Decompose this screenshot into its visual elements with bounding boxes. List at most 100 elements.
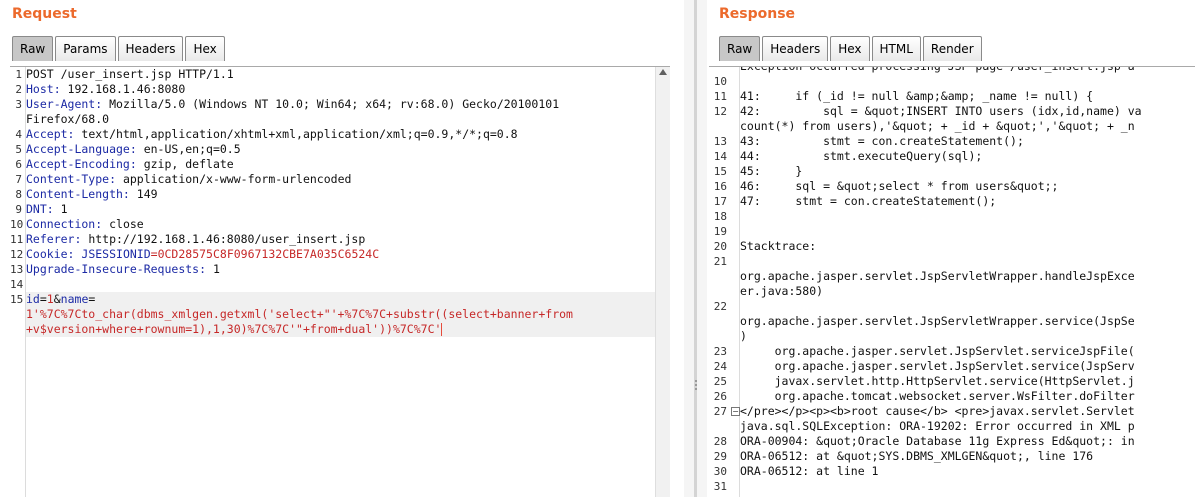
line-text: org.apache.tomcat.websocket.server.WsFil… (740, 389, 1135, 403)
response-line: 44: stmt.executeQuery(sql); (740, 149, 1195, 164)
response-line: 42: sql = &quot;INSERT INTO users (idx,i… (740, 104, 1195, 119)
header-name: Accept: (26, 127, 75, 141)
header-name: User-Agent: (26, 97, 103, 111)
response-line: er.java:580) (740, 284, 1195, 299)
tab-params[interactable]: Params (55, 36, 116, 61)
line-text: ORA-06512: at line 1 (740, 464, 879, 478)
line-number: 29 (713, 450, 727, 463)
line-text: org.apache.jasper.servlet.JspServlet.ser… (740, 344, 1135, 358)
tab-raw[interactable]: Raw (12, 36, 54, 61)
line-number: 17 (713, 195, 727, 208)
response-line: ) (740, 329, 1195, 344)
response-line: count(*) from users),'&quot; + _id + &qu… (740, 119, 1195, 134)
request-line: +v$version+where+rownum=1),1,30)%7C%7C'"… (26, 322, 670, 337)
header-value: en-US,en;q=0.5 (136, 142, 241, 156)
response-line: 45: } (740, 164, 1195, 179)
response-line: 41: if (_id != null &amp;&amp; _name != … (740, 89, 1195, 104)
param-value: 1 (46, 292, 54, 306)
header-name: Referer: (26, 232, 82, 246)
line-number: 27 (713, 405, 727, 418)
line-number: 3 (15, 98, 22, 111)
request-line: Content-Length: 149 (26, 187, 670, 202)
request-pane: Request Raw Params Headers Hex 123456789… (0, 0, 684, 497)
tab-headers[interactable]: Headers (762, 36, 829, 61)
line-number: 8 (15, 188, 22, 201)
response-text[interactable]: Exception occurred processing JSP page /… (740, 66, 1195, 494)
tab-headers[interactable]: Headers (117, 36, 184, 61)
line-text: org.apache.jasper.servlet.JspServletWrap… (740, 314, 1135, 328)
request-line: id=1&name= (26, 292, 670, 307)
line-number: 14 (10, 278, 24, 291)
header-value: Mozilla/5.0 (Windows NT 10.0; Win64; x64… (102, 97, 560, 111)
line-number: 24 (713, 360, 727, 373)
response-line: Exception occurred processing JSP page /… (740, 66, 1195, 74)
line-number: 11 (10, 233, 24, 246)
request-line: Upgrade-Insecure-Requests: 1 (26, 262, 670, 277)
line-number: 11 (713, 90, 727, 103)
param-separator: & (53, 292, 61, 306)
request-line: Cookie: JSESSIONID=0CD28575C8F0967132CBE… (26, 247, 670, 262)
line-number: 21 (713, 255, 727, 268)
line-number: 10 (10, 218, 24, 231)
response-line: org.apache.tomcat.websocket.server.WsFil… (740, 389, 1195, 404)
tab-hex[interactable]: Hex (830, 36, 870, 61)
header-value: 149 (129, 187, 158, 201)
line-text: Exception occurred processing JSP page /… (740, 66, 1135, 73)
line-number: 26 (713, 390, 727, 403)
line-number: 1 (15, 68, 22, 81)
pane-splitter[interactable] (684, 0, 707, 497)
line-text: 46: sql = &quot;select * from users&quot… (740, 179, 1059, 193)
header-name: Accept-Encoding: (26, 157, 137, 171)
request-line (26, 277, 670, 292)
line-number-gutter: 10 11 12 13 14 15 16 17 18 19 20 21 22 23 24 25 26 27− 28 2… (709, 67, 740, 497)
scroll-up-arrow-icon[interactable] (659, 69, 667, 75)
request-line: Firefox/68.0 (26, 112, 670, 127)
line-number: 12 (10, 248, 24, 261)
request-line: DNT: 1 (26, 202, 670, 217)
line-text: java.sql.SQLException: ORA-19202: Error … (740, 419, 1135, 433)
header-value: 1 (206, 262, 220, 276)
fold-toggle-icon[interactable]: − (731, 407, 740, 416)
line-text: 41: if (_id != null &amp;&amp; _name != … (740, 89, 1094, 103)
response-line: 43: stmt = con.createStatement(); (740, 134, 1195, 149)
tab-raw[interactable]: Raw (719, 36, 761, 61)
line-text: org.apache.jasper.servlet.JspServlet.ser… (740, 359, 1135, 373)
response-editor[interactable]: 10 11 12 13 14 15 16 17 18 19 20 21 22 23 24 25 26 27− 28 2… (709, 66, 1195, 497)
header-name: Content-Type: (26, 172, 117, 186)
tab-html[interactable]: HTML (871, 36, 921, 61)
line-text: org.apache.jasper.servlet.JspServletWrap… (740, 269, 1135, 283)
header-name: Host: (26, 82, 61, 96)
header-name: Content-Length: (26, 187, 130, 201)
request-tabs: Raw Params Headers Hex (12, 36, 227, 62)
response-line (740, 209, 1195, 224)
tab-render[interactable]: Render (922, 36, 982, 61)
line-number: 14 (713, 150, 727, 163)
line-text: ORA-06512: at &quot;SYS.DBMS_XMLGEN&quot… (740, 449, 1094, 463)
request-scrollbar[interactable] (655, 67, 670, 497)
line-text: 47: stmt = con.createStatement(); (740, 194, 997, 208)
line-text: POST /user_insert.jsp HTTP/1.1 (26, 67, 234, 81)
line-text: 42: sql = &quot;INSERT INTO users (idx,i… (740, 104, 1142, 118)
param-equals: = (39, 292, 47, 306)
splitter-grip-icon[interactable] (692, 378, 699, 396)
response-line (740, 254, 1195, 269)
text-caret (441, 323, 443, 336)
line-number: 22 (713, 300, 727, 313)
request-line: Host: 192.168.1.46:8080 (26, 82, 670, 97)
request-text[interactable]: POST /user_insert.jsp HTTP/1.1 Host: 192.… (26, 67, 670, 337)
response-line: 46: sql = &quot;select * from users&quot… (740, 179, 1195, 194)
line-number: 23 (713, 345, 727, 358)
response-line: org.apache.jasper.servlet.JspServletWrap… (740, 314, 1195, 329)
line-number-gutter: 1 2 3 4 5 6 7 8 9 10 11 12 13 14 15 (10, 67, 26, 497)
response-line (740, 224, 1195, 239)
param-key: id (26, 292, 40, 306)
param-value: +v$version+where+rownum=1),1,30)%7C%7C'"… (26, 322, 442, 336)
line-text: 44: stmt.executeQuery(sql); (740, 149, 983, 163)
request-line: Connection: close (26, 217, 670, 232)
request-editor[interactable]: 1 2 3 4 5 6 7 8 9 10 11 12 13 14 15 POST /user_insert.… (10, 66, 670, 497)
response-line (740, 74, 1195, 89)
tab-hex[interactable]: Hex (185, 36, 225, 61)
request-line: Accept-Encoding: gzip, deflate (26, 157, 670, 172)
header-value: 192.168.1.46:8080 (60, 82, 186, 96)
line-number: 9 (15, 203, 22, 216)
